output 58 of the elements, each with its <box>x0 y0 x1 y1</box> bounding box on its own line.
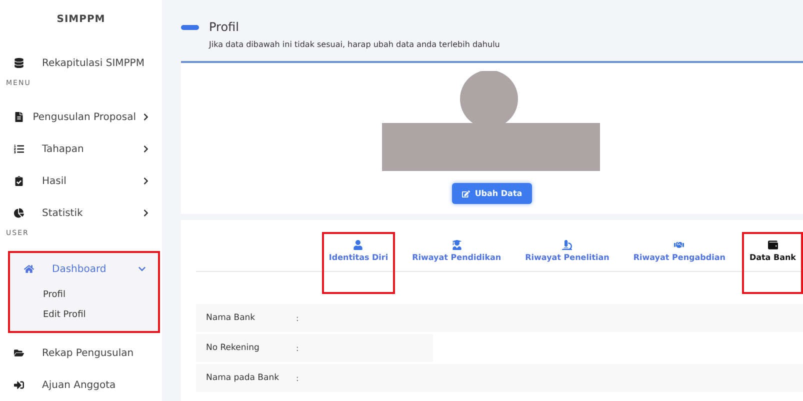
tab[interactable]: Data Bank <box>742 232 803 294</box>
tab-label: Riwayat Pengabdian <box>633 253 726 262</box>
field-separator: : <box>296 314 299 322</box>
sidebar-item[interactable]: Tahapan <box>0 133 162 165</box>
field-label: Nama Bank <box>205 313 256 323</box>
app-title: SIMPPM <box>56 14 106 25</box>
chevron-right-icon <box>142 113 150 121</box>
menu-icon <box>14 380 24 390</box>
tab-icon <box>674 240 684 250</box>
sidebar-item[interactable]: Rekap Pengusulan <box>0 337 162 369</box>
sidebar-item-label: Ajuan Anggota <box>42 380 117 390</box>
menu-icon <box>14 58 24 68</box>
tab-icon <box>768 240 778 250</box>
tab[interactable]: Riwayat Pengabdian <box>626 232 732 294</box>
sidebar-item-label: Rekap Pengusulan <box>42 348 135 358</box>
menu-icon <box>14 208 24 218</box>
sidebar-item-label: Tahapan <box>42 144 85 154</box>
chevron-right-icon <box>142 145 150 153</box>
sidebar-item[interactable]: Dashboard <box>10 253 158 285</box>
edit-icon <box>462 190 470 198</box>
tab-label: Riwayat Pendidikan <box>412 253 502 262</box>
sidebar-item-label: Rekapitulasi SIMPPM <box>42 58 146 68</box>
menu-icon <box>14 348 24 358</box>
tab-label: Riwayat Penelitian <box>525 253 610 262</box>
submenu-item[interactable]: Edit Profil <box>10 305 158 325</box>
sidebar-item[interactable]: Pengusulan Proposal <box>0 101 162 133</box>
sidebar-item[interactable]: Ajuan Anggota <box>0 369 162 401</box>
tab-icon <box>562 240 572 250</box>
tab-label: Identitas Diri <box>328 253 388 262</box>
chevron-right-icon <box>142 177 150 185</box>
tab-label: Data Bank <box>749 253 796 262</box>
tab[interactable]: Identitas Diri <box>322 232 396 294</box>
sidebar-item-label: Pengusulan Proposal <box>32 112 136 122</box>
sidebar-item-label: Dashboard <box>52 264 108 274</box>
menu-icon <box>14 112 24 122</box>
sidebar-item[interactable]: Hasil <box>0 165 162 197</box>
title-marker <box>181 24 199 30</box>
tab-icon <box>353 240 364 250</box>
chevron-down-icon <box>138 265 146 273</box>
tab[interactable]: Riwayat Penelitian <box>518 232 616 294</box>
tab-icon <box>452 240 462 250</box>
sidebar-item[interactable]: Statistik <box>0 197 162 229</box>
menu-icon <box>24 264 34 274</box>
sidebar-item-label: Statistik <box>42 208 84 218</box>
tab[interactable]: Riwayat Pendidikan <box>405 232 508 294</box>
page-title: Profil <box>209 20 239 34</box>
sidebar-item-label: Hasil <box>42 176 68 186</box>
chevron-right-icon <box>142 209 150 217</box>
edit-data-button[interactable]: Ubah Data <box>452 183 532 204</box>
page-subtitle: Jika data dibawah ini tidak sesuai, harap ubah data anda terlebih dahulu <box>209 40 501 49</box>
field-separator: : <box>296 344 299 352</box>
field-label: Nama pada Bank <box>205 373 280 383</box>
sidebar-item[interactable]: Rekapitulasi SIMPPM <box>0 47 162 79</box>
menu-icon <box>14 144 24 154</box>
field-separator: : <box>296 374 299 382</box>
submenu-item[interactable]: Profil <box>10 285 158 305</box>
field-label: No Rekening <box>205 343 260 353</box>
menu-icon <box>14 176 24 186</box>
